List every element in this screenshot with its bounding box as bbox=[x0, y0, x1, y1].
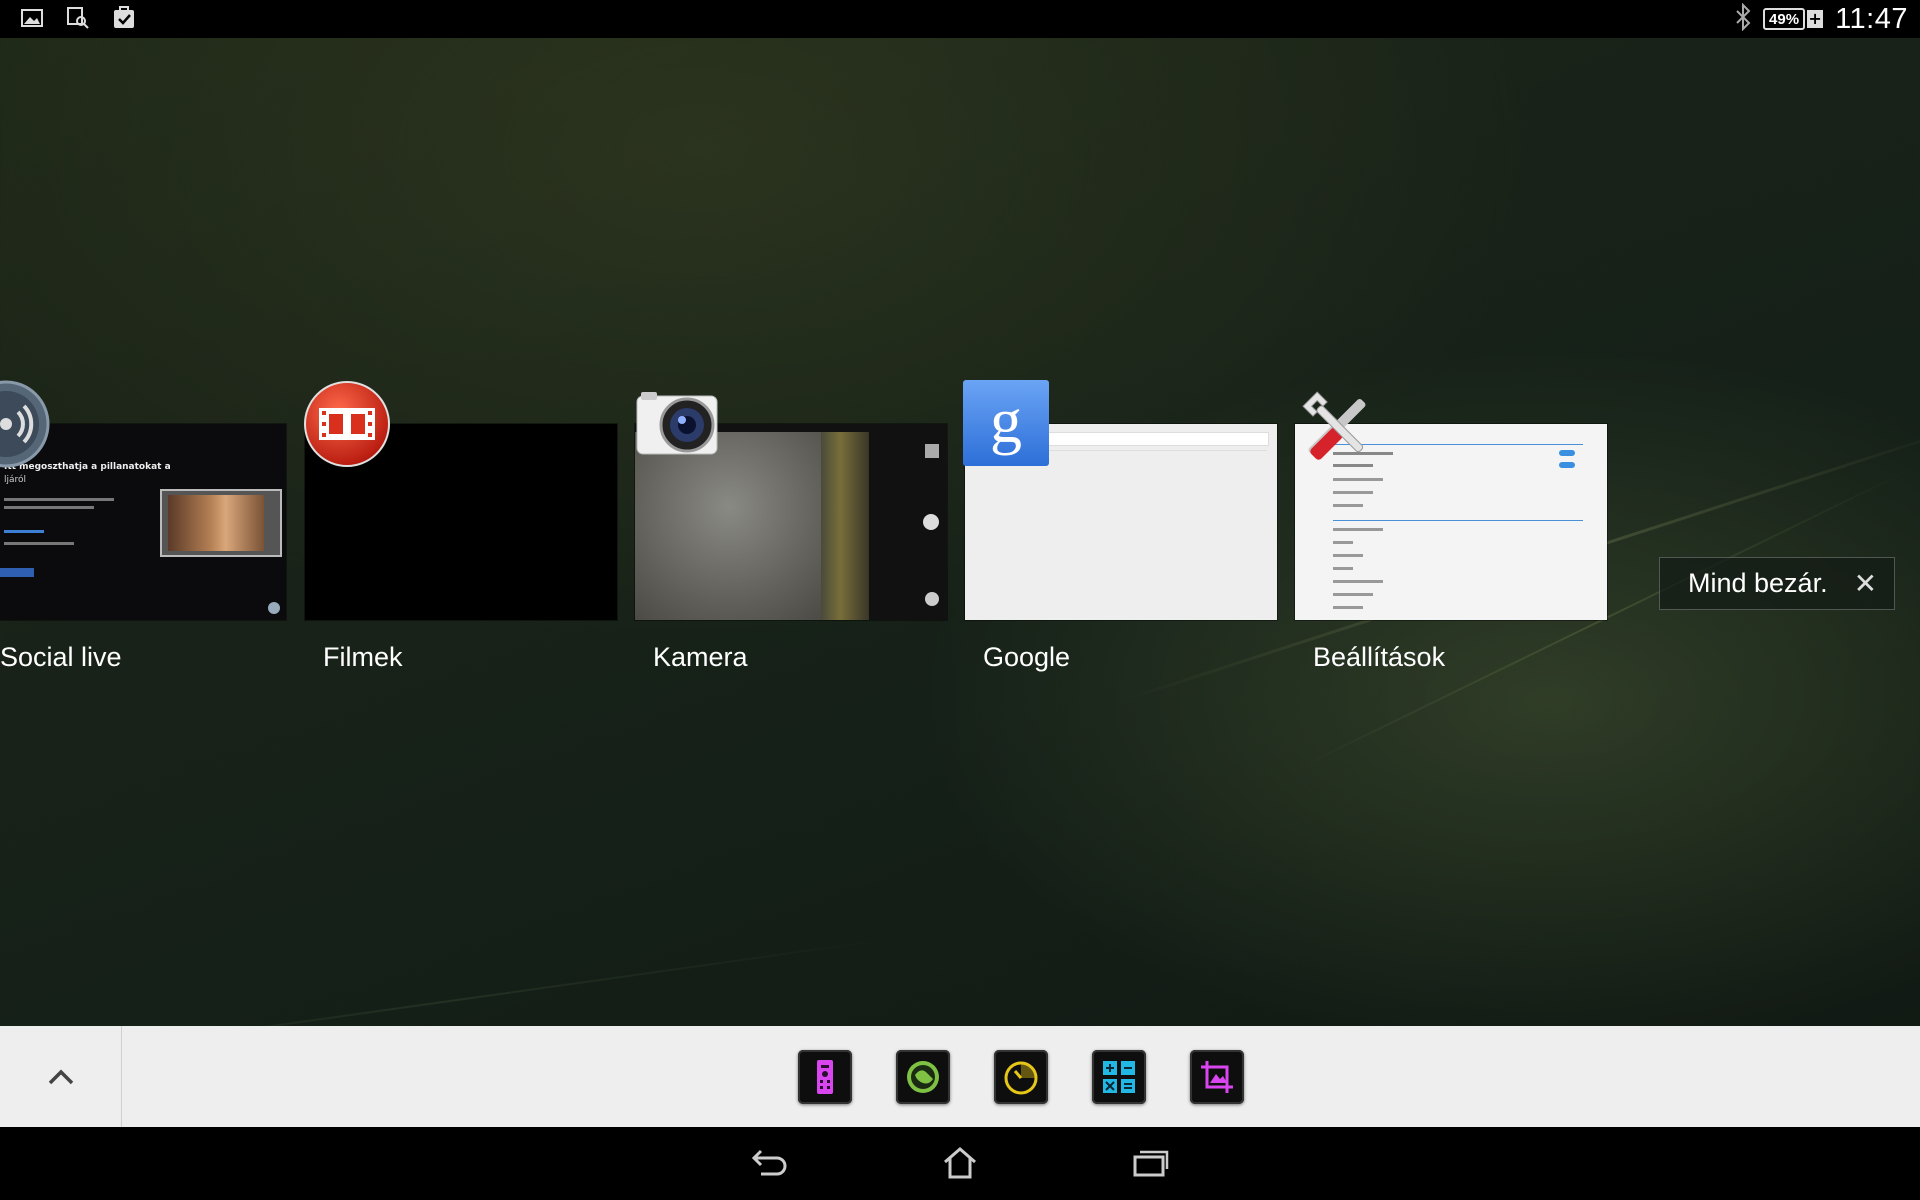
home-button[interactable] bbox=[920, 1137, 1000, 1189]
home-icon bbox=[944, 1147, 976, 1179]
card-label: Kamera bbox=[653, 642, 748, 672]
recent-app-card-kamera[interactable]: Kamera bbox=[635, 392, 947, 672]
battery-indicator: 49% + bbox=[1763, 8, 1824, 30]
browser-globe-icon bbox=[907, 1061, 939, 1093]
thumb-text: ljáról bbox=[4, 475, 27, 485]
movies-icon bbox=[303, 380, 391, 468]
charging-plus-icon: + bbox=[1807, 9, 1824, 28]
recents-icon bbox=[1133, 1150, 1169, 1177]
battery-percent: 49% bbox=[1769, 10, 1800, 28]
card-label: Beállítások bbox=[1313, 642, 1446, 672]
recent-app-card-social-live[interactable]: Itt megoszthatja a pillanatokat a ljáról… bbox=[0, 380, 286, 672]
google-icon: g bbox=[963, 380, 1049, 466]
camera-icon bbox=[635, 392, 719, 456]
recent-app-card-beallitasok[interactable]: Beállítások bbox=[1295, 391, 1607, 672]
card-label: Social live bbox=[0, 642, 122, 672]
status-bar: 49% + 11:47 bbox=[0, 0, 1920, 38]
close-all-label: Mind bezár. bbox=[1688, 568, 1828, 598]
dock-expand-button[interactable] bbox=[0, 1026, 122, 1127]
small-app-screen-clip[interactable] bbox=[1190, 1050, 1244, 1104]
small-app-calculator[interactable] bbox=[1092, 1050, 1146, 1104]
card-label: Filmek bbox=[323, 642, 403, 672]
small-app-timer[interactable] bbox=[994, 1050, 1048, 1104]
back-button[interactable] bbox=[729, 1137, 809, 1189]
chevron-up-icon bbox=[48, 1069, 73, 1084]
navigation-bar bbox=[0, 1127, 1920, 1200]
calculator-icon bbox=[1103, 1061, 1135, 1093]
screen-clip-icon bbox=[1201, 1061, 1233, 1093]
clock: 11:47 bbox=[1835, 2, 1908, 35]
screenshot-icon bbox=[66, 6, 90, 30]
svg-text:g: g bbox=[990, 385, 1022, 456]
recent-app-card-filmek[interactable]: Filmek bbox=[304, 381, 617, 672]
close-x-icon: ✕ bbox=[1853, 567, 1878, 600]
settings-tools-icon bbox=[1297, 386, 1377, 466]
close-all-button[interactable]: Mind bezár. ✕ bbox=[1659, 557, 1895, 610]
recents-button[interactable] bbox=[1111, 1137, 1191, 1189]
gallery-icon bbox=[20, 6, 44, 30]
remote-icon bbox=[817, 1060, 833, 1094]
small-app-remote[interactable] bbox=[798, 1050, 852, 1104]
recent-app-card-google[interactable]: g Google bbox=[963, 380, 1277, 672]
task-check-icon bbox=[112, 6, 136, 30]
bluetooth-icon bbox=[1735, 2, 1751, 35]
back-icon bbox=[751, 1149, 787, 1176]
small-apps-dock bbox=[0, 1026, 1920, 1127]
social-live-icon bbox=[0, 380, 50, 468]
card-label: Google bbox=[983, 642, 1071, 672]
timer-icon bbox=[1004, 1061, 1038, 1095]
small-app-browser[interactable] bbox=[896, 1050, 950, 1104]
